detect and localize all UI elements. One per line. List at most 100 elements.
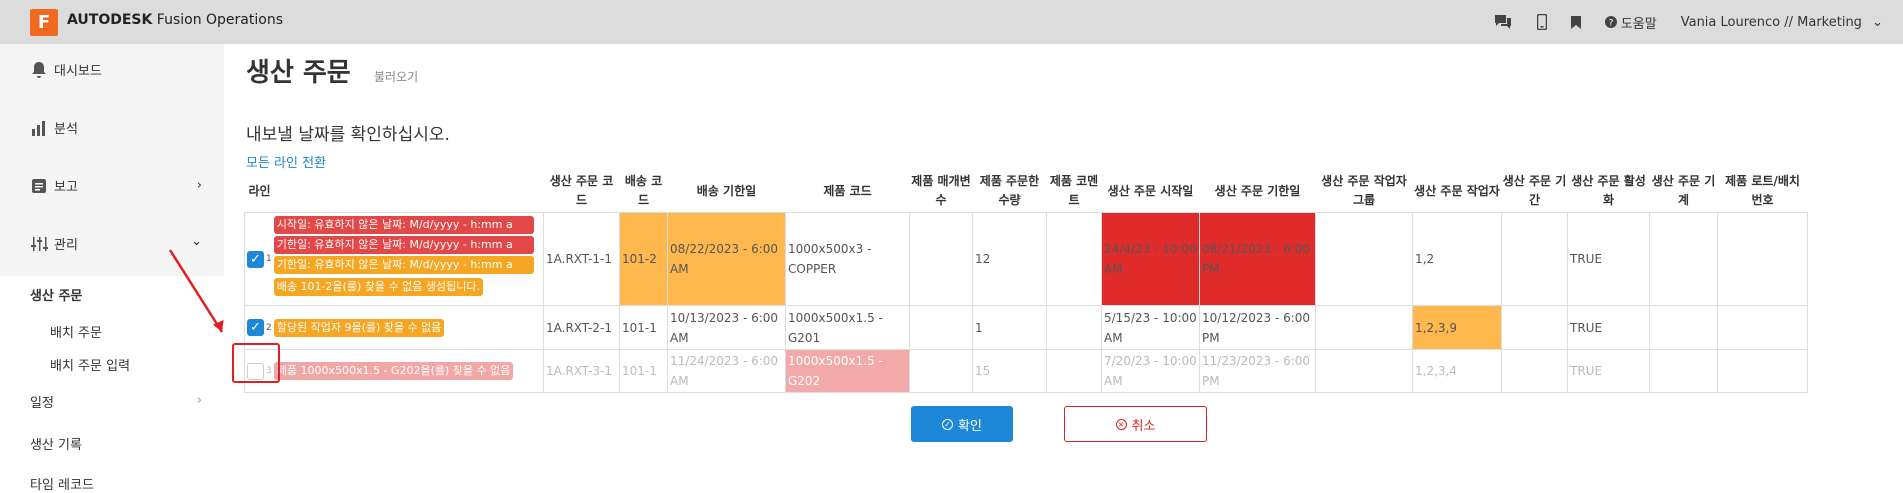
line-cell: ✓ 1 시작일: 유효하지 않은 날짜: M/d/yyyy - h:mm a 기… <box>244 212 544 306</box>
sidebar-item-report[interactable]: 보고 <box>30 176 200 195</box>
chat-icon[interactable] <box>1493 13 1513 31</box>
worker-cell: 1,2,3,4 <box>1412 349 1502 393</box>
mobile-icon[interactable] <box>1536 14 1547 30</box>
bookmark-icon[interactable] <box>1570 15 1581 29</box>
top-bar: F AUTODESK Fusion Operations ? 도움말 Vania… <box>0 0 1903 44</box>
po-code-cell: 1A.RXT-2-1 <box>543 305 620 350</box>
help-label: 도움말 <box>1620 16 1657 32</box>
svg-text:?: ? <box>1608 19 1613 29</box>
worker-cell: 1,2,3,9 <box>1412 305 1502 350</box>
chevron-down-icon: ⌄ <box>1872 14 1883 30</box>
product-comment-cell <box>1046 212 1102 306</box>
sidebar-item-batch-order[interactable]: 배치 주문 <box>50 322 102 341</box>
sidebar-item-batch-order-input[interactable]: 배치 주문 입력 <box>50 355 130 374</box>
ship-due-cell: 08/22/2023 - 6:00 AM <box>667 212 786 306</box>
sidebar-item-label: 대시보드 <box>54 64 102 79</box>
po-due-cell: 11/23/2023 - 6:00 PM <box>1199 349 1316 393</box>
sidebar-item-label: 일정 <box>30 396 54 411</box>
user-name: Vania Lourenco // Marketing <box>1680 14 1862 30</box>
col-header-ship-due: 배송 기한일 <box>696 183 757 198</box>
machine-cell <box>1649 212 1718 306</box>
col-header-worker-group: 생산 주문 작업자 그룹 <box>1321 174 1407 207</box>
lot-cell <box>1717 212 1808 306</box>
error-badge: 제품 1000x500x1.5 - G202을(를) 찾을 수 없음 <box>273 362 514 380</box>
help-icon: ? <box>1604 16 1617 29</box>
sidebar-item-production-log[interactable]: 생산 기록 <box>30 434 82 453</box>
col-header-ship-code: 배송 코드 <box>624 174 663 207</box>
warning-badge: 할당된 작업자 9을(를) 찾을 수 없음 <box>273 318 445 337</box>
period-cell <box>1501 349 1568 393</box>
confirm-prompt: 내보낼 날짜를 확인하십시오. <box>246 125 450 145</box>
close-circle-icon: × <box>1115 418 1127 430</box>
error-badge: 기한일: 유효하지 않은 날짜: M/d/yyyy - h:mm a <box>273 236 534 254</box>
col-header-period: 생산 주문 기간 <box>1502 174 1567 207</box>
user-menu[interactable]: Vania Lourenco // Marketing ⌄ <box>1681 15 1883 30</box>
po-code-cell: 1A.RXT-3-1 <box>543 349 620 393</box>
col-header-po-start: 생산 주문 시작일 <box>1107 183 1194 198</box>
active-cell: TRUE <box>1567 212 1650 306</box>
order-qty-cell: 15 <box>972 349 1047 393</box>
sidebar-item-label: 분석 <box>54 122 78 137</box>
machine-cell <box>1649 305 1718 350</box>
page-title: 생산 주문 <box>246 58 351 88</box>
lot-cell <box>1717 305 1808 350</box>
po-start-cell: 7/20/23 - 10:00 AM <box>1101 349 1200 393</box>
check-circle-icon: ✓ <box>942 418 954 430</box>
worker-cell: 1,2 <box>1412 212 1502 306</box>
cancel-button[interactable]: × 취소 <box>1064 406 1207 442</box>
sidebar-item-schedule[interactable]: 일정 <box>30 392 200 411</box>
row-checkbox[interactable]: ✓ <box>247 319 264 336</box>
col-header-po-code: 생산 주문 코드 <box>549 174 614 207</box>
product-code-cell: 1000x500x1.5 - G202 <box>785 349 910 393</box>
ship-code-cell: 101-1 <box>619 305 668 350</box>
col-header-order-qty: 제품 주문한 수량 <box>979 174 1040 207</box>
product-code-cell: 1000x500x3 - COPPER <box>785 212 910 306</box>
sidebar-item-label: 관리 <box>54 238 78 253</box>
ship-code-cell: 101-2 <box>619 212 668 306</box>
bar-chart-icon <box>32 120 45 136</box>
sliders-icon <box>31 236 48 251</box>
sidebar-item-production-order[interactable]: 생산 주문 <box>30 285 82 304</box>
col-header-product-code: 제품 코드 <box>823 183 872 198</box>
col-header-worker: 생산 주문 작업자 <box>1414 183 1500 198</box>
product-comment-cell <box>1046 349 1102 393</box>
product-param-cell <box>909 212 973 306</box>
app-title: AUTODESK Fusion Operations <box>67 12 283 28</box>
line-cell: 3 제품 1000x500x1.5 - G202을(를) 찾을 수 없음 <box>244 349 544 393</box>
po-start-cell: 24/4/23 - 10:00 AM <box>1101 212 1200 306</box>
sidebar-item-time-record[interactable]: 타임 레코드 <box>30 474 94 493</box>
help-button[interactable]: ? 도움말 <box>1604 13 1657 32</box>
order-qty-cell: 1 <box>972 305 1047 350</box>
po-due-cell: 10/12/2023 - 6:00 PM <box>1199 305 1316 350</box>
sidebar-item-dashboard[interactable]: 대시보드 <box>30 60 102 79</box>
col-header-product-comment: 제품 코멘트 <box>1049 174 1099 207</box>
warning-badge: 배송 101-2을(를) 찾을 수 없음 생성됩니다. <box>273 278 483 296</box>
period-cell <box>1501 212 1568 306</box>
report-icon <box>32 178 46 193</box>
confirm-button[interactable]: ✓ 확인 <box>911 406 1013 442</box>
import-table: 라인 생산 주문 코드 배송 코드 배송 기한일 제품 코드 제품 매개변수 제… <box>244 170 1808 393</box>
ship-due-cell: 10/13/2023 - 6:00 AM <box>667 305 786 350</box>
col-header-line: 라인 <box>248 183 271 198</box>
worker-group-cell <box>1315 349 1413 393</box>
worker-group-cell <box>1315 305 1413 350</box>
active-cell: TRUE <box>1567 305 1650 350</box>
col-header-lot: 제품 로트/배치 번호 <box>1725 174 1800 207</box>
sidebar-item-label: 보고 <box>54 180 78 195</box>
chevron-right-icon: › <box>196 178 202 193</box>
col-header-machine: 생산 주문 기계 <box>1651 174 1716 207</box>
page-subtitle: 불러오기 <box>374 70 419 84</box>
product-param-cell <box>909 349 973 393</box>
po-code-cell: 1A.RXT-1-1 <box>543 212 620 306</box>
row-checkbox[interactable]: ✓ <box>247 250 264 268</box>
sidebar-item-manage[interactable]: 관리 <box>30 234 78 253</box>
product-code-cell: 1000x500x1.5 - G201 <box>785 305 910 350</box>
po-start-cell: 5/15/23 - 10:00 AM <box>1101 305 1200 350</box>
toggle-all-lines-link[interactable]: 모든 라인 전환 <box>246 152 326 171</box>
fusion-logo-icon: F <box>30 9 58 36</box>
product-comment-cell <box>1046 305 1102 350</box>
sidebar-item-analysis[interactable]: 분석 <box>30 118 78 137</box>
product-param-cell <box>909 305 973 350</box>
ship-due-cell: 11/24/2023 - 6:00 AM <box>667 349 786 393</box>
active-cell: TRUE <box>1567 349 1650 393</box>
